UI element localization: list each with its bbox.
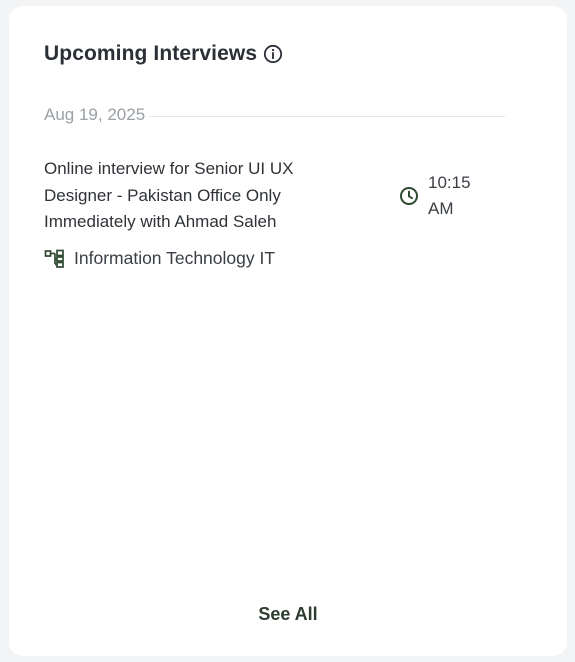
interview-time-text: 10:15 AM <box>428 173 471 218</box>
info-icon[interactable] <box>263 44 283 64</box>
upcoming-interviews-card: Upcoming Interviews Aug 19, 2025 Online … <box>9 6 567 656</box>
date-divider <box>149 115 505 117</box>
org-chart-icon <box>44 249 66 269</box>
see-all-link[interactable]: See All <box>9 604 567 625</box>
date-group-header: Aug 19, 2025 <box>44 105 505 125</box>
interview-title: Online interview for Senior UI UX Design… <box>44 159 294 231</box>
interview-department: Information Technology IT <box>44 248 275 269</box>
clock-icon <box>399 186 419 206</box>
department-label: Information Technology IT <box>74 248 276 268</box>
card-title: Upcoming Interviews <box>44 42 258 65</box>
interview-item[interactable]: Online interview for Senior UI UX Design… <box>44 156 504 276</box>
date-label: Aug 19, 2025 <box>44 105 146 124</box>
interview-time: 10:15 AM <box>399 170 478 222</box>
card-header: Upcoming Interviews <box>44 42 283 66</box>
